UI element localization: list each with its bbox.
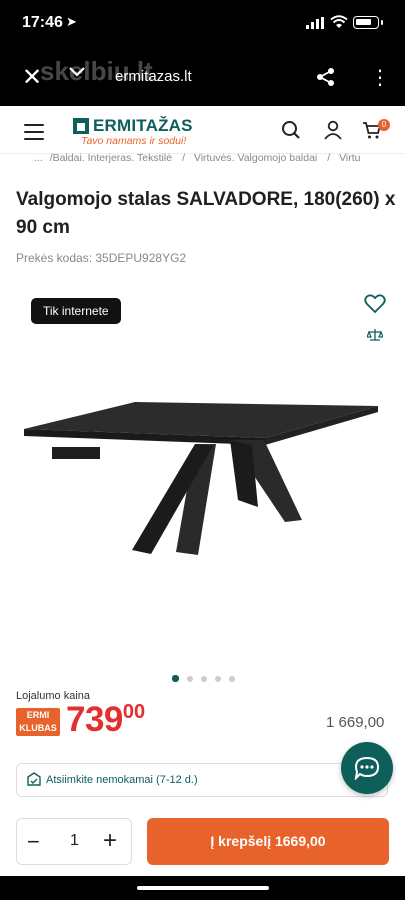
- decrease-quantity-button[interactable]: −: [27, 829, 40, 855]
- share-icon[interactable]: [316, 67, 336, 87]
- logo-name: ERMITAŽAS: [93, 116, 193, 135]
- regular-price: 1 669,00: [326, 714, 385, 731]
- pagination-dot[interactable]: [201, 676, 207, 682]
- home-indicator[interactable]: [137, 886, 269, 890]
- logo-tagline: Tavo namams ir sodui!: [81, 135, 187, 147]
- product-title: Valgomojo stalas SALVADORE, 180(260) x 9…: [16, 189, 396, 238]
- price-integer: 739: [66, 700, 123, 739]
- breadcrumb-item[interactable]: Virtuvės. Valgomojo baldai: [194, 152, 317, 164]
- location-icon: ➤: [66, 14, 77, 29]
- home-indicator-bar: [0, 876, 405, 900]
- pagination-dot[interactable]: [172, 675, 179, 682]
- pagination-dot[interactable]: [187, 676, 193, 682]
- compare-scale-icon[interactable]: [367, 328, 383, 342]
- clock: 17:46: [22, 14, 63, 31]
- loyalty-price: 73900: [66, 700, 145, 740]
- search-icon[interactable]: [281, 120, 301, 140]
- heart-icon[interactable]: [364, 294, 386, 314]
- pagination-dot[interactable]: [229, 676, 235, 682]
- breadcrumb-item[interactable]: Virtu: [339, 152, 360, 164]
- url-text[interactable]: ermitazas.lt: [115, 68, 192, 85]
- status-bar: 17:46 ➤: [0, 0, 405, 50]
- breadcrumb-separator: /: [182, 152, 185, 164]
- battery-icon: [353, 16, 379, 29]
- pagination-dot[interactable]: [215, 676, 221, 682]
- store-pickup-icon: [27, 772, 41, 786]
- ermi-club-badge: ERMI KLUBAS: [16, 708, 60, 736]
- breadcrumb-item[interactable]: ...: [34, 152, 43, 164]
- cart-count-badge: 0: [378, 119, 390, 131]
- pickup-text: Atsiimkite nemokamai (7-12 d.): [46, 774, 198, 786]
- price-decimal: 00: [122, 701, 146, 723]
- chat-button[interactable]: [341, 742, 393, 794]
- product-image[interactable]: [20, 360, 385, 610]
- pickup-info: Atsiimkite nemokamai (7-12 d.): [16, 763, 388, 797]
- club-badge-line: KLUBAS: [19, 723, 57, 733]
- online-only-badge: Tik internete: [31, 298, 121, 324]
- signal-icon: [306, 17, 324, 29]
- menu-icon[interactable]: [24, 124, 44, 145]
- chevron-down-icon[interactable]: [68, 66, 86, 78]
- logo-mark: [73, 118, 89, 134]
- browser-bar: skelbiu.lt ✕ ermitazas.lt ⋮: [0, 50, 405, 106]
- quantity-stepper: − 1 +: [16, 818, 132, 865]
- quantity-value[interactable]: 1: [70, 832, 79, 850]
- image-pagination: [172, 669, 243, 687]
- product-sku: Prekės kodas: 35DEPU928YG2: [16, 251, 187, 265]
- chat-bubble-icon: [354, 756, 380, 780]
- club-badge-line: ERMI: [26, 710, 50, 720]
- add-to-cart-button[interactable]: Į krepšelį 1669,00: [147, 818, 389, 865]
- user-icon[interactable]: [323, 120, 343, 140]
- close-icon[interactable]: ✕: [22, 63, 42, 92]
- wifi-icon: [330, 15, 348, 28]
- breadcrumb-separator: /: [327, 152, 331, 164]
- battery-cap: [381, 20, 383, 25]
- site-header: ERMITAŽAS Tavo namams ir sodui!: [0, 106, 405, 154]
- increase-quantity-button[interactable]: +: [103, 827, 117, 855]
- breadcrumb: ... /Baldai. Interjeras. Tekstilė / Virtu…: [34, 152, 405, 164]
- breadcrumb-item[interactable]: /Baldai. Interjeras. Tekstilė: [50, 152, 172, 164]
- more-menu-icon[interactable]: ⋮: [370, 65, 390, 90]
